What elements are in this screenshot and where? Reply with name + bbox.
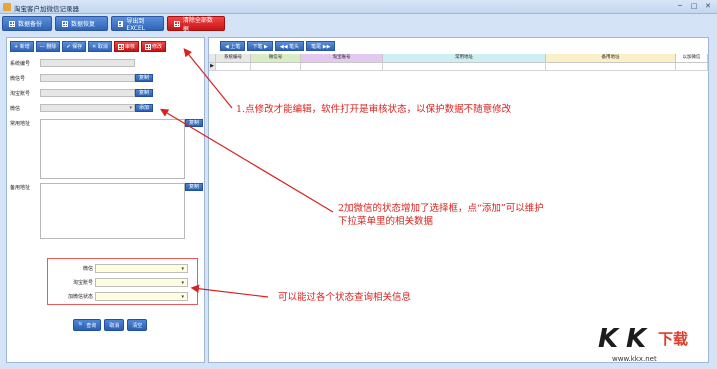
chevron-down-icon: ▾: [129, 105, 132, 111]
backup-address-label: 备用地址: [10, 185, 31, 191]
wechat-status-label: 微信: [10, 106, 21, 112]
table-cell[interactable]: [676, 63, 708, 71]
common-address-label: 常用地址: [10, 121, 31, 127]
annotation-note-3: 可以能过各个状态查询相关信息: [278, 292, 412, 303]
backup-address-textarea[interactable]: [40, 183, 185, 239]
maximize-icon[interactable]: □: [689, 2, 699, 11]
close-icon[interactable]: ✕: [703, 2, 713, 11]
query-wechat-label: 微信: [82, 266, 93, 272]
row-selector-header: [209, 54, 216, 63]
cancel-record-button[interactable]: ✕ 取消: [88, 41, 112, 52]
col-system-id[interactable]: 系统编号: [216, 54, 251, 63]
table-cell[interactable]: [301, 63, 383, 71]
wechat-status-dropdown[interactable]: ▾: [40, 104, 135, 112]
annotation-note-1: 1.点修改才能编辑，软件打开是审核状态，以保护数据不随意修改: [236, 104, 512, 115]
table-row[interactable]: ▶: [209, 63, 708, 71]
chevron-down-icon: ▾: [181, 266, 184, 272]
clear-all-data-button[interactable]: 清除全部数据: [167, 16, 225, 33]
clear-query-button[interactable]: 清空: [127, 319, 148, 331]
backup-data-button[interactable]: 数据备份: [2, 16, 52, 31]
col-backup-address[interactable]: 备用地址: [546, 54, 676, 63]
export-excel-button[interactable]: 导出到EXCEL: [111, 16, 164, 32]
annotation-note-2: 2加微信的状态增加了选择框，点“添加”可以维护 下拉菜单里的相关数据: [338, 202, 544, 228]
first-record-button[interactable]: ◀◀ 笔头: [274, 41, 305, 51]
col-taobao-account[interactable]: 淘宝账号: [301, 54, 383, 63]
annotation-note-2-line-2: 下拉菜单里的相关数据: [338, 216, 434, 227]
copy-common-address-button[interactable]: 复制: [185, 119, 204, 127]
record-form-panel: + 新增 — 删除 ✔ 保存 ✕ 取消 审核 修改 系统编号 微信号 复制 淘宝…: [6, 37, 205, 363]
title-bar: 淘宝客户加微信记录器 ─ □ ✕: [0, 0, 717, 14]
common-address-textarea[interactable]: [40, 119, 185, 179]
grid-icon: [174, 20, 180, 27]
add-status-option-button[interactable]: 添加: [135, 104, 154, 112]
main-toolbar: 数据备份 数据恢复 导出到EXCEL 清除全部数据: [2, 16, 225, 33]
audit-button[interactable]: 审核: [113, 41, 139, 52]
watermark-letter: K: [598, 324, 619, 354]
col-wechat-id[interactable]: 微信号: [251, 54, 301, 63]
search-button[interactable]: 🔍 查询: [73, 319, 102, 331]
window-title: 淘宝客户加微信记录器: [14, 5, 79, 13]
watermark-url: www.kkx.net: [612, 355, 657, 363]
query-taobao-label: 淘宝账号: [72, 280, 93, 286]
system-id-field: [40, 59, 135, 67]
prev-record-button[interactable]: ◀ 上笔: [220, 41, 246, 51]
copy-backup-address-button[interactable]: 复制: [185, 183, 204, 191]
watermark-letter: K: [626, 324, 647, 354]
query-row-taobao: 淘宝账号 ▾: [48, 278, 199, 288]
query-filter-box: 微信 ▾ 淘宝账号 ▾ 加微信状态 ▾: [47, 258, 198, 305]
minimize-icon[interactable]: ─: [675, 2, 685, 11]
records-grid-panel: ◀ 上笔 下笔 ▶ ◀◀ 笔头 笔尾 ▶▶ 系统编号 微信号 淘宝账号 常用地址…: [208, 37, 709, 363]
site-watermark-logo: K K 下载 www.kkx.net: [592, 322, 712, 366]
next-record-button[interactable]: 下笔 ▶: [247, 41, 273, 51]
table-header: 系统编号 微信号 淘宝账号 常用地址 备用地址 以加微信: [209, 54, 708, 63]
annotation-note-2-line-1: 2加微信的状态增加了选择框，点“添加”可以维护: [338, 203, 544, 214]
restore-data-button[interactable]: 数据恢复: [55, 16, 108, 31]
table-cell[interactable]: [216, 63, 251, 71]
search-icon: 🔍: [78, 322, 85, 328]
app-icon: [3, 3, 11, 11]
query-row-wechat: 微信 ▾: [48, 264, 199, 274]
record-navigation: ◀ 上笔 下笔 ▶ ◀◀ 笔头 笔尾 ▶▶: [220, 41, 336, 51]
taobao-account-field[interactable]: [40, 89, 135, 97]
col-wechat-added[interactable]: 以加微信: [676, 54, 708, 63]
row-pointer-icon: ▶: [209, 63, 216, 71]
query-buttons: 🔍 查询 取消 清空: [73, 319, 148, 331]
col-common-address[interactable]: 常用地址: [383, 54, 546, 63]
taobao-account-label: 淘宝账号: [10, 91, 31, 97]
wechat-id-label: 微信号: [10, 76, 26, 82]
query-wechat-dropdown[interactable]: ▾: [95, 264, 188, 273]
table-cell[interactable]: [546, 63, 676, 71]
add-record-button[interactable]: + 新增: [10, 41, 34, 52]
copy-taobao-button[interactable]: 复制: [135, 89, 154, 97]
grid-icon: [144, 43, 151, 50]
chevron-down-icon: ▾: [181, 280, 184, 286]
grid-icon: [117, 43, 124, 50]
records-table: 系统编号 微信号 淘宝账号 常用地址 备用地址 以加微信 ▶: [209, 54, 708, 71]
table-cell[interactable]: [251, 63, 301, 71]
grid-icon: [118, 20, 124, 27]
save-record-button[interactable]: ✔ 保存: [62, 41, 87, 52]
copy-wechat-button[interactable]: 复制: [135, 74, 154, 82]
query-status-dropdown[interactable]: ▾: [95, 292, 188, 301]
table-cell[interactable]: [383, 63, 546, 71]
last-record-button[interactable]: 笔尾 ▶▶: [306, 41, 336, 51]
wechat-id-field[interactable]: [40, 74, 135, 82]
query-row-status: 加微信状态 ▾: [48, 292, 199, 302]
grid-icon: [9, 20, 15, 27]
form-toolbar: + 新增 — 删除 ✔ 保存 ✕ 取消 审核 修改: [10, 41, 166, 52]
grid-icon: [62, 20, 68, 27]
chevron-down-icon: ▾: [181, 294, 184, 300]
edit-button[interactable]: 修改: [140, 41, 166, 52]
query-status-label: 加微信状态: [67, 294, 93, 300]
delete-record-button[interactable]: — 删除: [35, 41, 61, 52]
watermark-download-text: 下载: [658, 330, 689, 348]
cancel-query-button[interactable]: 取消: [104, 319, 125, 331]
system-id-label: 系统编号: [10, 61, 31, 67]
query-taobao-dropdown[interactable]: ▾: [95, 278, 188, 287]
